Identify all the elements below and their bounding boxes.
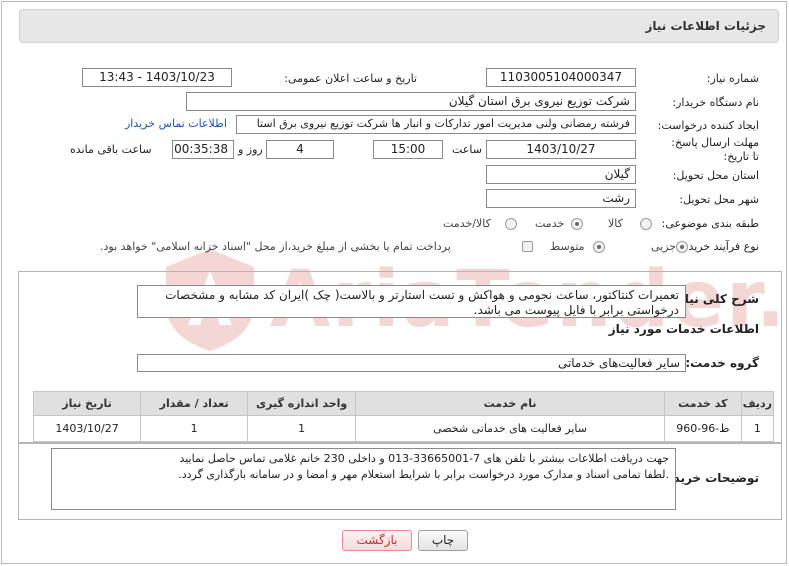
page-header: جزئیات اطلاعات نیاز — [19, 9, 779, 43]
services-section-title: اطلاعات خدمات مورد نیاز — [608, 322, 759, 336]
buyer-notes-line-2: .لطفا تمامی اسناد و مدارک مورد درخواست ب… — [178, 468, 669, 481]
deadline-time-label: ساعت — [452, 143, 482, 156]
category-goods-radio[interactable] — [640, 218, 652, 230]
need-number-label: شماره نیاز: — [706, 72, 759, 85]
service-group-label: گروه خدمت: — [685, 356, 759, 370]
process-medium-radio[interactable] — [593, 241, 605, 253]
category-service-label: خدمت — [535, 217, 565, 230]
cell-unit: 1 — [247, 415, 357, 442]
city-label: شهر محل تحویل: — [679, 193, 759, 206]
col-row-number: ردیف — [740, 391, 775, 416]
treasury-note: پرداخت تمام یا بخشی از مبلغ خرید،از محل … — [100, 240, 451, 253]
creator-label: ایجاد کننده درخواست: — [657, 119, 759, 132]
buyer-contact-link[interactable]: اطلاعات تماس خریدار — [125, 117, 227, 130]
city-field: رشت — [486, 189, 636, 208]
category-service-radio[interactable] — [571, 218, 583, 230]
services-table-header: ردیف کد خدمت نام خدمت واحد اندازه گیری ت… — [32, 391, 775, 416]
buyer-notes-line-1: جهت دریافت اطلاعات بیشتر با تلفن های 7-3… — [179, 452, 669, 465]
process-medium-label: متوسط — [550, 240, 585, 253]
col-need-date: تاریخ نیاز — [32, 391, 142, 416]
deadline-time-field: 15:00 — [373, 140, 443, 159]
services-table: ردیف کد خدمت نام خدمت واحد اندازه گیری ت… — [32, 391, 775, 442]
cell-need-date: 1403/10/27 — [32, 415, 142, 442]
category-goods-service-label: کالا/خدمت — [443, 217, 491, 230]
days-field: 4 — [266, 140, 334, 159]
cell-service-name: سایر فعالیت های خدماتی شخصی — [355, 415, 665, 442]
service-group-field: سایر فعالیت‌های خدماتی — [137, 354, 686, 372]
buyer-notes-textarea: جهت دریافت اطلاعات بیشتر با تلفن های 7-3… — [51, 448, 676, 510]
deadline-date-field: 1403/10/27 — [486, 140, 636, 159]
buyer-org-field: شرکت توزیع نیروی برق استان گیلان — [186, 92, 636, 111]
col-service-name: نام خدمت — [355, 391, 665, 416]
province-label: استان محل تحویل: — [672, 169, 759, 182]
process-minor-radio[interactable] — [676, 241, 688, 253]
page-title: جزئیات اطلاعات نیاز — [645, 19, 766, 33]
buyer-org-label: نام دستگاه خریدار: — [672, 96, 759, 109]
cell-quantity: 1 — [140, 415, 249, 442]
cell-service-code: ط-96-960 — [663, 415, 742, 442]
process-minor-label: جزیی — [651, 240, 677, 253]
remaining-time-field: 00:35:38 — [172, 140, 234, 159]
back-button[interactable]: بازگشت — [342, 530, 412, 551]
treasury-checkbox[interactable] — [522, 241, 533, 252]
province-field: گیلان — [486, 165, 636, 184]
process-type-label: نوع فرآیند خرید : — [681, 240, 759, 253]
category-goods-service-radio[interactable] — [505, 218, 517, 230]
announce-field: 1403/10/23 - 13:43 — [82, 68, 232, 87]
col-quantity: تعداد / مقدار — [140, 391, 249, 416]
creator-field: فرشته رمضانی ولنی مدیریت امور تدارکات و … — [236, 115, 636, 134]
table-row: 1 ط-96-960 سایر فعالیت های خدماتی شخصی 1… — [32, 415, 775, 442]
days-label: روز و — [238, 143, 263, 156]
announce-label: تاریخ و ساعت اعلان عمومی: — [284, 72, 417, 85]
col-service-code: کد خدمت — [663, 391, 742, 416]
remaining-time-label: ساعت باقی مانده — [70, 143, 152, 156]
print-button[interactable]: چاپ — [418, 530, 468, 551]
deadline-label: مهلت ارسال پاسخ: تا تاریخ: — [671, 136, 759, 163]
summary-textarea: تعمیرات کنتاکتور، ساعت نجومی و هواکش و ت… — [137, 285, 686, 318]
category-goods-label: کالا — [608, 217, 623, 230]
cell-row-number: 1 — [740, 415, 775, 442]
need-number-field: 1103005104000347 — [486, 68, 636, 87]
category-label: طبقه بندی موضوعی: — [661, 217, 759, 230]
col-unit: واحد اندازه گیری — [247, 391, 357, 416]
